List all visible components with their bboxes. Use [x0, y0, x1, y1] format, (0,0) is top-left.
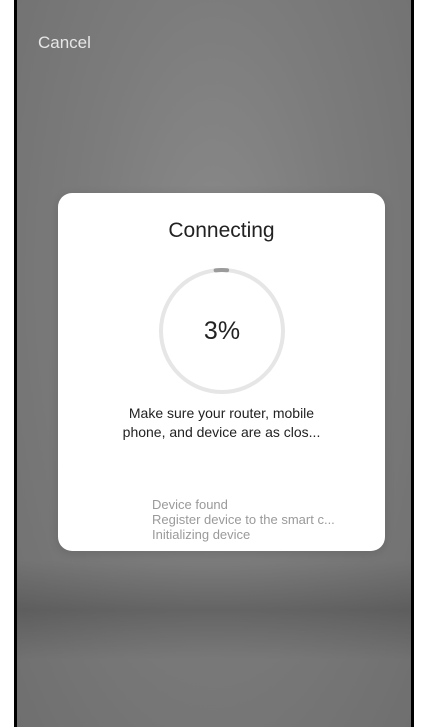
cancel-button[interactable]: Cancel	[38, 33, 91, 53]
connection-steps: Device found Register device to the smar…	[152, 497, 384, 542]
connecting-dialog: Connecting 3% Make sure your router, mob…	[58, 193, 385, 551]
app-screen: Cancel Connecting 3% Make sure your rout…	[14, 0, 414, 727]
step-item: Device found	[152, 497, 228, 512]
progress-percent: 3%	[203, 317, 241, 345]
dialog-title: Connecting	[168, 219, 275, 242]
connection-hint-line-1: Make sure your router, mobile	[128, 405, 315, 421]
connection-hint-line-2: phone, and device are as clos...	[122, 424, 321, 440]
connection-hint: Make sure your router, mobile phone, and…	[88, 404, 355, 442]
step-item: Register device to the smart c...	[152, 512, 335, 527]
step-item: Initializing device	[152, 527, 251, 542]
